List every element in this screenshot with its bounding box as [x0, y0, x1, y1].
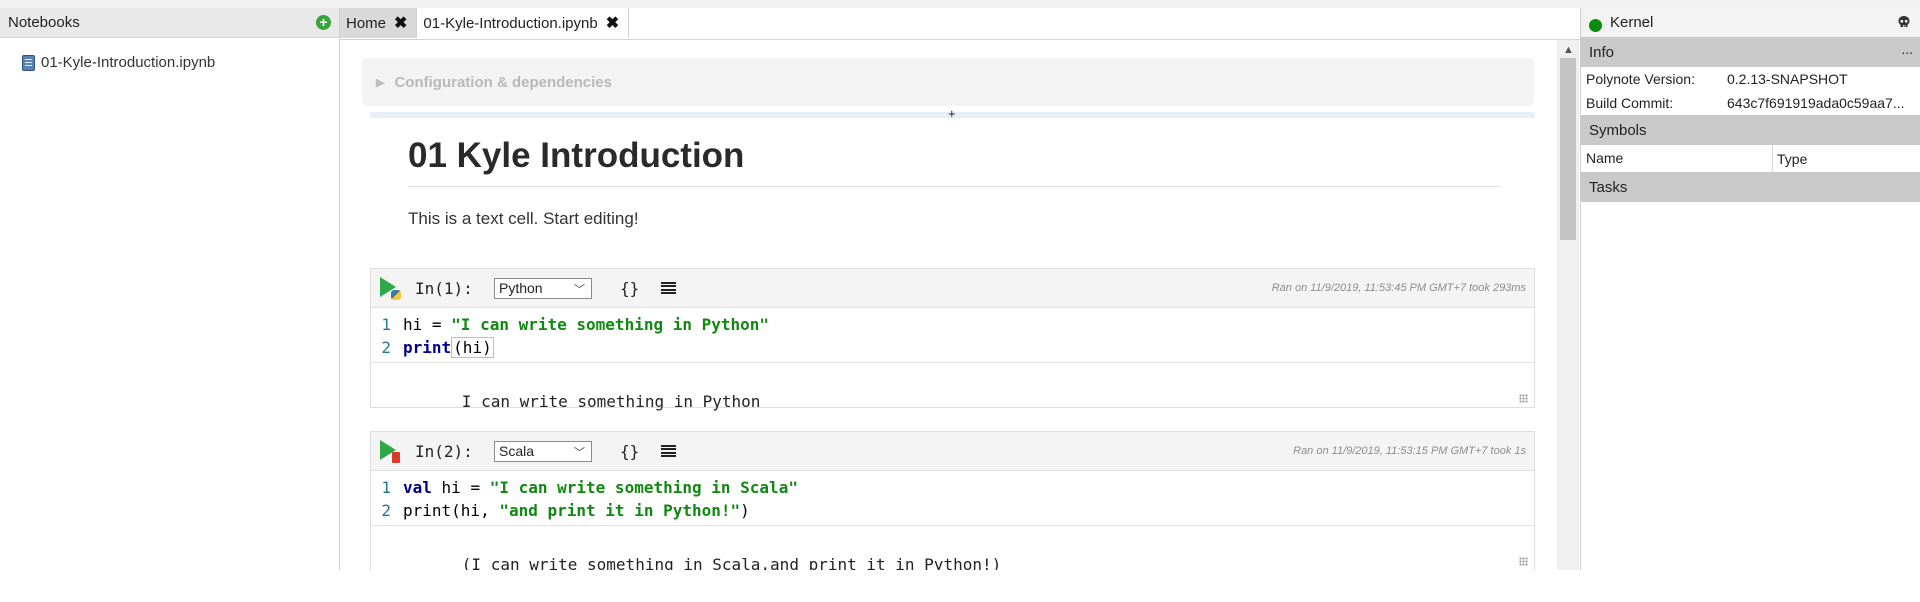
info-row: Build Commit: 643c7f691919ada0c59aa7...: [1581, 91, 1920, 115]
tab-notebook[interactable]: 01-Kyle-Introduction.ipynb ✖: [417, 8, 630, 38]
braces-icon[interactable]: {}: [620, 279, 639, 298]
run-status: Ran on 11/9/2019, 11:53:45 PM GMT+7 took…: [1271, 282, 1526, 294]
symbols-col-type[interactable]: Type: [1773, 151, 1807, 167]
kernel-header[interactable]: Kernel: [1581, 8, 1920, 37]
info-section-header[interactable]: Info ...: [1581, 37, 1920, 67]
info-value: 643c7f691919ada0c59aa7...: [1727, 95, 1905, 111]
resize-grip-icon[interactable]: [1519, 394, 1528, 403]
cell-prompt: In(2):: [415, 441, 473, 461]
tab-home[interactable]: Home ✖: [340, 8, 418, 38]
code-line: 2 print (hi): [371, 336, 1534, 359]
scroll-thumb[interactable]: [1560, 58, 1576, 240]
tab-notebook-label: 01-Kyle-Introduction.ipynb: [423, 14, 598, 32]
vertical-scrollbar[interactable]: ▲: [1557, 40, 1579, 570]
notebooks-sidebar: Notebooks + 01-Kyle-Introduction.ipynb: [0, 8, 340, 570]
line-number: 1: [381, 478, 391, 497]
kernel-status-icon: [1589, 19, 1602, 32]
symbols-col-name[interactable]: Name: [1581, 145, 1773, 172]
config-label: Configuration & dependencies: [394, 73, 612, 91]
insert-cell-plus[interactable]: +: [948, 106, 956, 121]
code-line: 1 val hi = "I can write something in Sca…: [371, 476, 1534, 499]
info-key: Build Commit:: [1586, 95, 1674, 111]
code-cell-1[interactable]: In(1): Python ﹀ {} Ran on 11/9/2019, 11:…: [370, 268, 1535, 411]
code-editor[interactable]: 1 val hi = "I can write something in Sca…: [371, 471, 1534, 526]
resize-grip-icon[interactable]: [1519, 557, 1528, 566]
line-number: 2: [381, 501, 391, 520]
language-value: Scala: [499, 443, 535, 459]
tasks-label: Tasks: [1589, 178, 1628, 196]
tasks-area: [1581, 202, 1920, 602]
list-icon[interactable]: [661, 444, 677, 458]
close-icon[interactable]: ✖: [606, 13, 619, 33]
symbols-table-header: Name Type: [1581, 145, 1920, 172]
scala-badge-icon: [392, 452, 400, 463]
chevron-down-icon: ﹀: [574, 283, 585, 296]
symbols-label: Symbols: [1589, 121, 1647, 139]
notebooks-title: Notebooks: [8, 14, 80, 31]
tasks-section-header[interactable]: Tasks: [1581, 172, 1920, 202]
line-number: 1: [381, 315, 391, 334]
tab-bar: Home ✖ 01-Kyle-Introduction.ipynb ✖: [340, 8, 1580, 40]
language-select[interactable]: Python ﹀: [494, 277, 592, 299]
text-cell-body: This is a text cell. Start editing!: [408, 209, 639, 228]
cell-output: I can write something in Python: [371, 363, 1534, 411]
line-number: 2: [381, 338, 391, 357]
plus-circle-icon[interactable]: +: [316, 15, 331, 30]
python-badge-icon: [391, 290, 401, 300]
cell-toolbar: In(2): Scala ﹀ {} Ran on 11/9/2019, 11:5…: [371, 432, 1534, 471]
scroll-up-icon[interactable]: ▲: [1563, 44, 1574, 56]
window-top-strip: [0, 0, 1920, 8]
code-line: 1 hi = "I can write something in Python": [371, 313, 1534, 336]
notebook-list-item[interactable]: 01-Kyle-Introduction.ipynb: [22, 54, 339, 71]
info-row: Polynote Version: 0.2.13-SNAPSHOT: [1581, 67, 1920, 91]
notebook-editor: ▶ Configuration & dependencies + 01 Kyle…: [340, 40, 1580, 570]
expand-triangle-icon: ▶: [376, 76, 385, 89]
run-status: Ran on 11/9/2019, 11:53:15 PM GMT+7 took…: [1293, 445, 1526, 457]
cell-toolbar: In(1): Python ﹀ {} Ran on 11/9/2019, 11:…: [371, 269, 1534, 308]
close-icon[interactable]: ✖: [394, 13, 407, 33]
run-cell-icon[interactable]: [379, 439, 401, 463]
kernel-panel: Kernel Info ... Polynote Version: 0.2.13…: [1580, 8, 1920, 602]
notebook-item-label: 01-Kyle-Introduction.ipynb: [41, 54, 216, 71]
code-editor[interactable]: 1 hi = "I can write something in Python"…: [371, 308, 1534, 363]
language-select[interactable]: Scala ﹀: [494, 440, 592, 462]
more-options-icon[interactable]: ...: [1901, 41, 1913, 57]
language-value: Python: [499, 280, 543, 296]
chevron-down-icon: ﹀: [574, 446, 585, 459]
tab-home-label: Home: [346, 14, 387, 32]
code-line: 2 print(hi, "and print it in Python!"): [371, 499, 1534, 522]
info-key: Polynote Version:: [1586, 71, 1695, 87]
kernel-label: Kernel: [1610, 14, 1654, 31]
output-text: (I can write something in Scala,and prin…: [461, 555, 1002, 570]
skull-icon[interactable]: [1897, 15, 1911, 29]
list-icon[interactable]: [661, 281, 677, 295]
info-value: 0.2.13-SNAPSHOT: [1727, 71, 1848, 87]
notebook-heading: 01 Kyle Introduction: [408, 136, 1500, 187]
info-label: Info: [1589, 43, 1615, 61]
code-cell-2[interactable]: In(2): Scala ﹀ {} Ran on 11/9/2019, 11:5…: [370, 431, 1535, 570]
symbols-section-header[interactable]: Symbols: [1581, 115, 1920, 145]
cell-output: (I can write something in Scala,and prin…: [371, 526, 1534, 570]
cell-prompt: In(1):: [415, 278, 473, 298]
config-dependencies-toggle[interactable]: ▶ Configuration & dependencies: [362, 58, 1534, 106]
text-cell[interactable]: 01 Kyle Introduction This is a text cell…: [408, 136, 1500, 229]
run-cell-icon[interactable]: [379, 276, 401, 300]
notebook-icon: [22, 54, 35, 71]
notebooks-header: Notebooks +: [0, 8, 339, 38]
output-text: I can write something in Python: [461, 392, 761, 411]
braces-icon[interactable]: {}: [620, 442, 639, 461]
